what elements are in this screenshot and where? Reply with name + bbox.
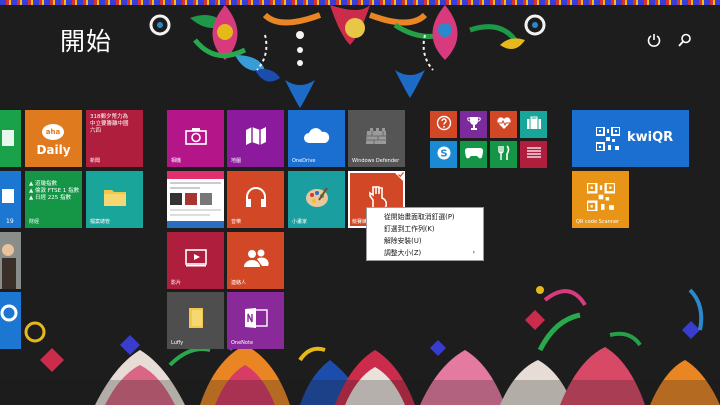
suitcase-icon [526, 116, 541, 130]
tile-reading-list[interactable] [520, 141, 547, 168]
list-lines-icon [526, 147, 541, 158]
tile-aha-daily[interactable]: aha Daily [25, 110, 82, 167]
tile-qr-scanner[interactable]: QR code Scanner [572, 171, 629, 228]
folder-icon [188, 307, 204, 329]
tile-calendar[interactable]: 19 [0, 171, 21, 228]
tile-kwiqr[interactable]: kwiQR [572, 110, 689, 167]
tile-camera[interactable]: 相機 [167, 110, 224, 167]
tile-news-label: 新聞 [90, 158, 101, 164]
tile-onedrive[interactable]: OneDrive [288, 110, 345, 167]
tile-news[interactable]: 318郵夕幣力為 中立要籌離中國 六四 新聞 [86, 110, 143, 167]
people-icon [243, 248, 269, 268]
map-icon [245, 126, 267, 146]
tile-paint-label: 小畫家 [292, 219, 308, 225]
heart-icon [496, 117, 511, 130]
qr-code-icon [596, 127, 620, 151]
tile-kwiqr-label: kwiQR [627, 130, 674, 145]
trophy-icon [466, 117, 481, 131]
menu-item-unpin-from-start[interactable]: 從開始畫面取消釘選(P) [367, 211, 483, 223]
tile-file-explorer-label: 檔案總管 [90, 219, 111, 225]
palette-icon [305, 186, 329, 208]
tile-video[interactable]: 影片 [167, 232, 224, 289]
decorative-border [0, 0, 720, 5]
tile-travel[interactable] [520, 111, 547, 138]
skype-icon: S [437, 146, 450, 160]
tile-paint[interactable]: 小畫家 [288, 171, 345, 228]
tile-xbox-games[interactable] [460, 141, 487, 168]
tile-partial-green[interactable] [0, 110, 21, 167]
castle-wall-icon [365, 127, 388, 145]
tile-camera-label: 相機 [171, 158, 182, 164]
news-headline-2: 中立要籌離中國 [90, 121, 129, 127]
finance-item-1: ▲ 道瓊指數 [29, 181, 57, 187]
tile-health[interactable] [490, 111, 517, 138]
onenote-icon [244, 307, 268, 329]
tile-people-label: 連絡人 [231, 280, 247, 286]
tile-onenote[interactable]: OneNote [227, 292, 284, 349]
tile-internet-explorer[interactable] [0, 292, 21, 349]
chevron-right-icon: › [472, 249, 475, 256]
tile-maps[interactable]: 地圖 [227, 110, 284, 167]
tile-food[interactable] [490, 141, 517, 168]
tile-photos[interactable] [0, 232, 21, 289]
finance-item-2: ▲ 倫敦 FTSE 1 指數 [29, 188, 80, 194]
tile-tips[interactable] [430, 111, 457, 138]
cloud-icon [303, 127, 331, 144]
tile-windows-defender[interactable]: Windows Defender [348, 110, 405, 167]
news-headline-1: 318郵夕幣力為 [90, 114, 128, 120]
checkmark-icon [398, 172, 404, 177]
qr-code-icon [586, 182, 615, 211]
folder-icon [103, 187, 127, 207]
finance-item-3: ▲ 日經 225 指數 [29, 195, 71, 201]
tile-onenote-label: OneNote [231, 340, 254, 346]
gamepad-icon [464, 148, 483, 159]
tile-windows-defender-label: Windows Defender [352, 158, 400, 164]
question-icon [436, 115, 451, 131]
tile-skype[interactable]: S [430, 141, 457, 168]
tile-finance[interactable]: ▲ 道瓊指數 ▲ 倫敦 FTSE 1 指數 ▲ 日經 225 指數 財經 [25, 171, 82, 228]
menu-item-uninstall[interactable]: 解除安裝(U) [367, 235, 483, 247]
context-menu: 從開始畫面取消釘選(P) 釘選到工作列(K) 解除安裝(U) 調整大小(Z) › [366, 207, 484, 261]
search-icon[interactable] [677, 32, 697, 52]
menu-item-pin-to-taskbar[interactable]: 釘選到工作列(K) [367, 223, 483, 235]
tile-maps-label: 地圖 [231, 158, 242, 164]
power-icon[interactable] [646, 32, 666, 52]
tile-luffy-label: Luffy [171, 340, 184, 346]
tile-luffy[interactable]: Luffy [167, 292, 224, 349]
news-headline-3: 六四 [90, 128, 102, 134]
tile-games-trophy[interactable] [460, 111, 487, 138]
tile-file-explorer[interactable]: 檔案總管 [86, 171, 143, 228]
tile-music[interactable]: 音樂 [227, 171, 284, 228]
tile-qr-scanner-label: QR code Scanner [576, 219, 620, 225]
aha-logo: aha [42, 124, 64, 140]
video-play-icon [184, 248, 207, 267]
tile-finance-label: 財經 [29, 219, 40, 225]
tile-aha-daily-label: Daily [36, 143, 71, 157]
tile-video-label: 影片 [171, 280, 182, 286]
tile-onedrive-label: OneDrive [292, 158, 316, 164]
headphones-icon [244, 186, 268, 208]
hand-icon [367, 185, 387, 209]
tile-people[interactable]: 連絡人 [227, 232, 284, 289]
fork-knife-icon [497, 145, 509, 161]
menu-item-resize[interactable]: 調整大小(Z) › [367, 247, 483, 259]
camera-icon [184, 127, 207, 145]
svg-text:S: S [440, 149, 447, 160]
tile-music-label: 音樂 [231, 219, 242, 225]
start-screen-title: 開始 [60, 27, 113, 56]
tile-desktop-preview[interactable] [167, 171, 224, 228]
